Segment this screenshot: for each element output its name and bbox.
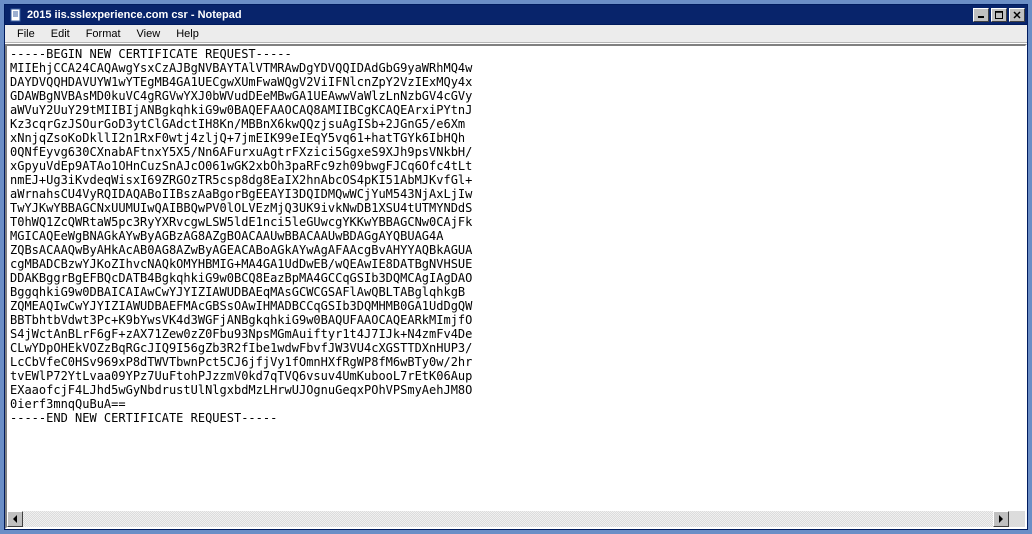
editor-area: -----BEGIN NEW CERTIFICATE REQUEST----- … <box>5 44 1027 529</box>
notepad-window: 2015 iis.sslexperience.com csr - Notepad… <box>4 4 1028 530</box>
menu-view[interactable]: View <box>129 26 169 42</box>
text-editor[interactable]: -----BEGIN NEW CERTIFICATE REQUEST----- … <box>7 46 1025 511</box>
scroll-track[interactable] <box>23 511 993 527</box>
menubar: File Edit Format View Help <box>5 25 1027 44</box>
scrollbar-corner <box>1009 511 1025 527</box>
titlebar[interactable]: 2015 iis.sslexperience.com csr - Notepad <box>5 5 1027 25</box>
menu-help[interactable]: Help <box>168 26 207 42</box>
horizontal-scrollbar[interactable] <box>7 511 1025 527</box>
menu-edit[interactable]: Edit <box>43 26 78 42</box>
minimize-button[interactable] <box>973 8 989 22</box>
window-controls <box>973 8 1027 22</box>
menu-file[interactable]: File <box>9 26 43 42</box>
close-button[interactable] <box>1009 8 1025 22</box>
scroll-right-button[interactable] <box>993 511 1009 527</box>
maximize-button[interactable] <box>991 8 1007 22</box>
scroll-left-button[interactable] <box>7 511 23 527</box>
notepad-icon <box>9 8 23 22</box>
menu-format[interactable]: Format <box>78 26 129 42</box>
window-title: 2015 iis.sslexperience.com csr - Notepad <box>27 9 973 21</box>
